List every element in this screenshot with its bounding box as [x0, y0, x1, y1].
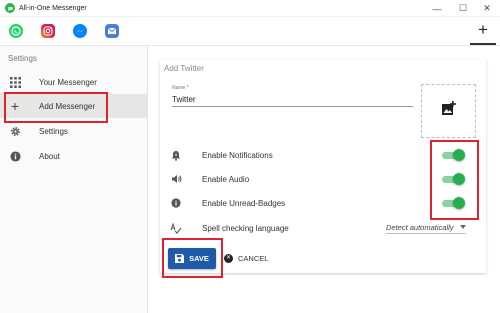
messenger-bar: +	[0, 17, 500, 46]
option-row-unread-badges: Enable Unread-Badges	[170, 194, 480, 212]
cancel-button[interactable]: ✕ CANCEL	[224, 248, 278, 269]
sidebar-item-label: About	[39, 151, 60, 161]
sidebar-item-label: Your Messenger	[39, 77, 97, 87]
name-field-label: Name *	[172, 85, 189, 91]
speaker-icon	[170, 173, 182, 185]
mail-icon[interactable]	[105, 24, 119, 38]
grid-icon	[9, 76, 21, 88]
option-label: Enable Notifications	[202, 150, 273, 160]
audio-toggle[interactable]	[442, 173, 465, 185]
sidebar-item-your-messenger[interactable]: Your Messenger	[0, 70, 147, 94]
add-messenger-tab-button[interactable]: +	[473, 21, 493, 41]
select-value: Detect automatically	[386, 223, 454, 232]
sidebar-item-label: Settings	[39, 126, 68, 136]
name-field[interactable]	[172, 93, 413, 107]
save-button[interactable]: SAVE	[168, 248, 216, 269]
close-icon: ✕	[224, 254, 233, 263]
sidebar: Settings Your Messenger + Add Messenger …	[0, 46, 148, 313]
spellcheck-language-select[interactable]: Detect automatically	[386, 222, 466, 234]
option-row-audio: Enable Audio	[170, 170, 480, 188]
form-title: Add Twitter	[164, 64, 204, 73]
plus-icon: +	[10, 98, 20, 114]
minimize-button[interactable]: —	[423, 0, 451, 17]
image-upload-button[interactable]	[421, 84, 476, 138]
info-icon	[9, 150, 21, 162]
chevron-down-icon	[460, 225, 466, 229]
title-bar: All-in-One Messenger — ☐ ✕	[0, 0, 500, 17]
add-messenger-form: Add Twitter Name * Enable Notifications …	[160, 60, 486, 273]
whatsapp-icon[interactable]	[9, 24, 23, 38]
active-tab-indicator	[470, 43, 496, 45]
gear-icon	[9, 125, 21, 137]
app-logo-icon	[5, 3, 15, 13]
instagram-icon[interactable]	[41, 24, 55, 38]
sidebar-item-about[interactable]: About	[0, 144, 147, 168]
sidebar-item-add-messenger[interactable]: + Add Messenger	[0, 94, 147, 118]
sidebar-title: Settings	[8, 54, 37, 63]
option-label: Enable Audio	[202, 174, 250, 184]
add-photo-icon	[441, 100, 457, 122]
unread-badges-toggle[interactable]	[442, 197, 465, 209]
messenger-icon[interactable]	[73, 24, 87, 38]
spellcheck-icon	[170, 222, 182, 234]
sidebar-item-label: Add Messenger	[39, 101, 96, 111]
info-icon	[170, 197, 182, 209]
window-title: All-in-One Messenger	[19, 4, 87, 12]
close-button[interactable]: ✕	[473, 0, 500, 17]
cancel-button-label: CANCEL	[238, 254, 269, 263]
save-icon	[175, 254, 185, 263]
bell-icon	[170, 149, 182, 161]
option-label: Enable Unread-Badges	[202, 198, 286, 208]
save-button-label: SAVE	[189, 254, 209, 263]
option-row-notifications: Enable Notifications	[170, 146, 480, 164]
notifications-toggle[interactable]	[442, 149, 465, 161]
option-label: Spell checking language	[202, 223, 289, 233]
sidebar-item-settings[interactable]: Settings	[0, 119, 147, 143]
option-row-spellcheck: Spell checking language Detect automatic…	[170, 219, 480, 237]
